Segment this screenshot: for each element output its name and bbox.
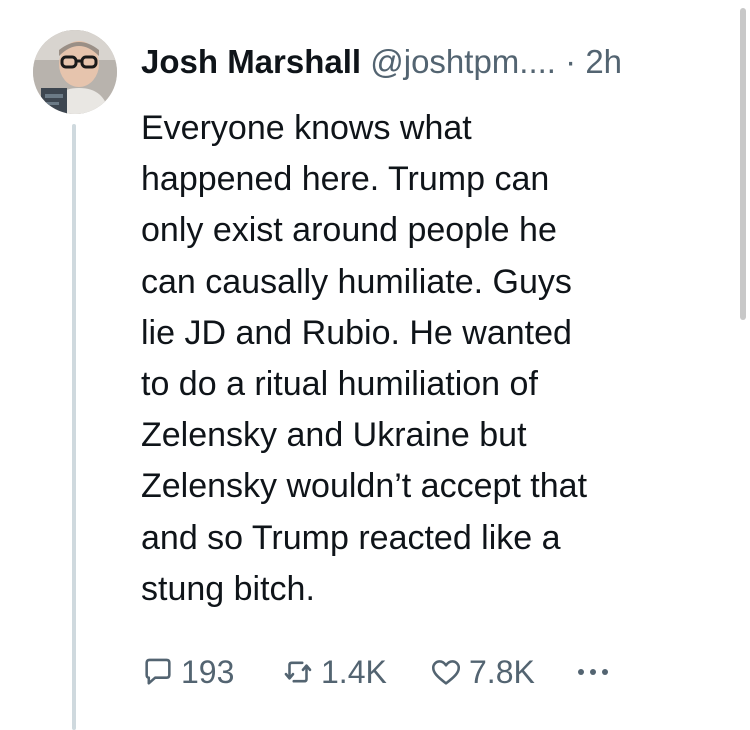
like-button[interactable]: 7.8K <box>429 654 575 691</box>
tweet-text-line: and so Trump reacted like a <box>141 518 561 557</box>
tweet[interactable]: Josh Marshall @joshtpm.... · 2h Everyone… <box>0 0 750 730</box>
more-dots-icon <box>575 664 615 680</box>
tweet-text-line: only exist around people he <box>141 211 557 250</box>
reply-button[interactable]: 193 <box>141 654 281 691</box>
tweet-text-line: to do a ritual humiliation of <box>141 365 538 404</box>
author-handle[interactable]: @joshtpm.... <box>370 43 556 80</box>
reply-count: 193 <box>181 653 235 690</box>
like-count: 7.8K <box>469 653 535 690</box>
like-icon <box>429 655 463 689</box>
tweet-header: Josh Marshall @joshtpm.... · 2h <box>141 40 622 84</box>
tweet-timestamp[interactable]: 2h <box>585 43 622 80</box>
retweet-button[interactable]: 1.4K <box>281 654 429 691</box>
tweet-text-line: can causally humiliate. Guys <box>141 262 572 301</box>
author-name[interactable]: Josh Marshall <box>141 43 361 80</box>
tweet-text-line: stung bitch. <box>141 569 315 608</box>
tweet-text-line: happened here. Trump can <box>141 160 550 199</box>
tweet-text: Everyone knows what happened here. Trump… <box>141 103 721 615</box>
scrollbar[interactable] <box>740 8 746 320</box>
avatar-photo <box>33 30 117 114</box>
separator-dot: · <box>565 43 577 80</box>
retweet-count: 1.4K <box>321 653 387 690</box>
thread-line <box>72 124 76 730</box>
more-options-button[interactable] <box>575 664 615 680</box>
retweet-icon <box>281 655 315 689</box>
avatar[interactable] <box>33 30 117 114</box>
tweet-text-line: Zelensky wouldn’t accept that <box>141 467 588 506</box>
tweet-text-line: Everyone knows what <box>141 109 472 147</box>
tweet-text-line: lie JD and Rubio. He wanted <box>141 313 572 352</box>
reply-icon <box>141 655 175 689</box>
tweet-text-line: Zelensky and Ukraine but <box>141 416 527 455</box>
tweet-actions: 193 1.4K 7.8K <box>141 650 615 694</box>
